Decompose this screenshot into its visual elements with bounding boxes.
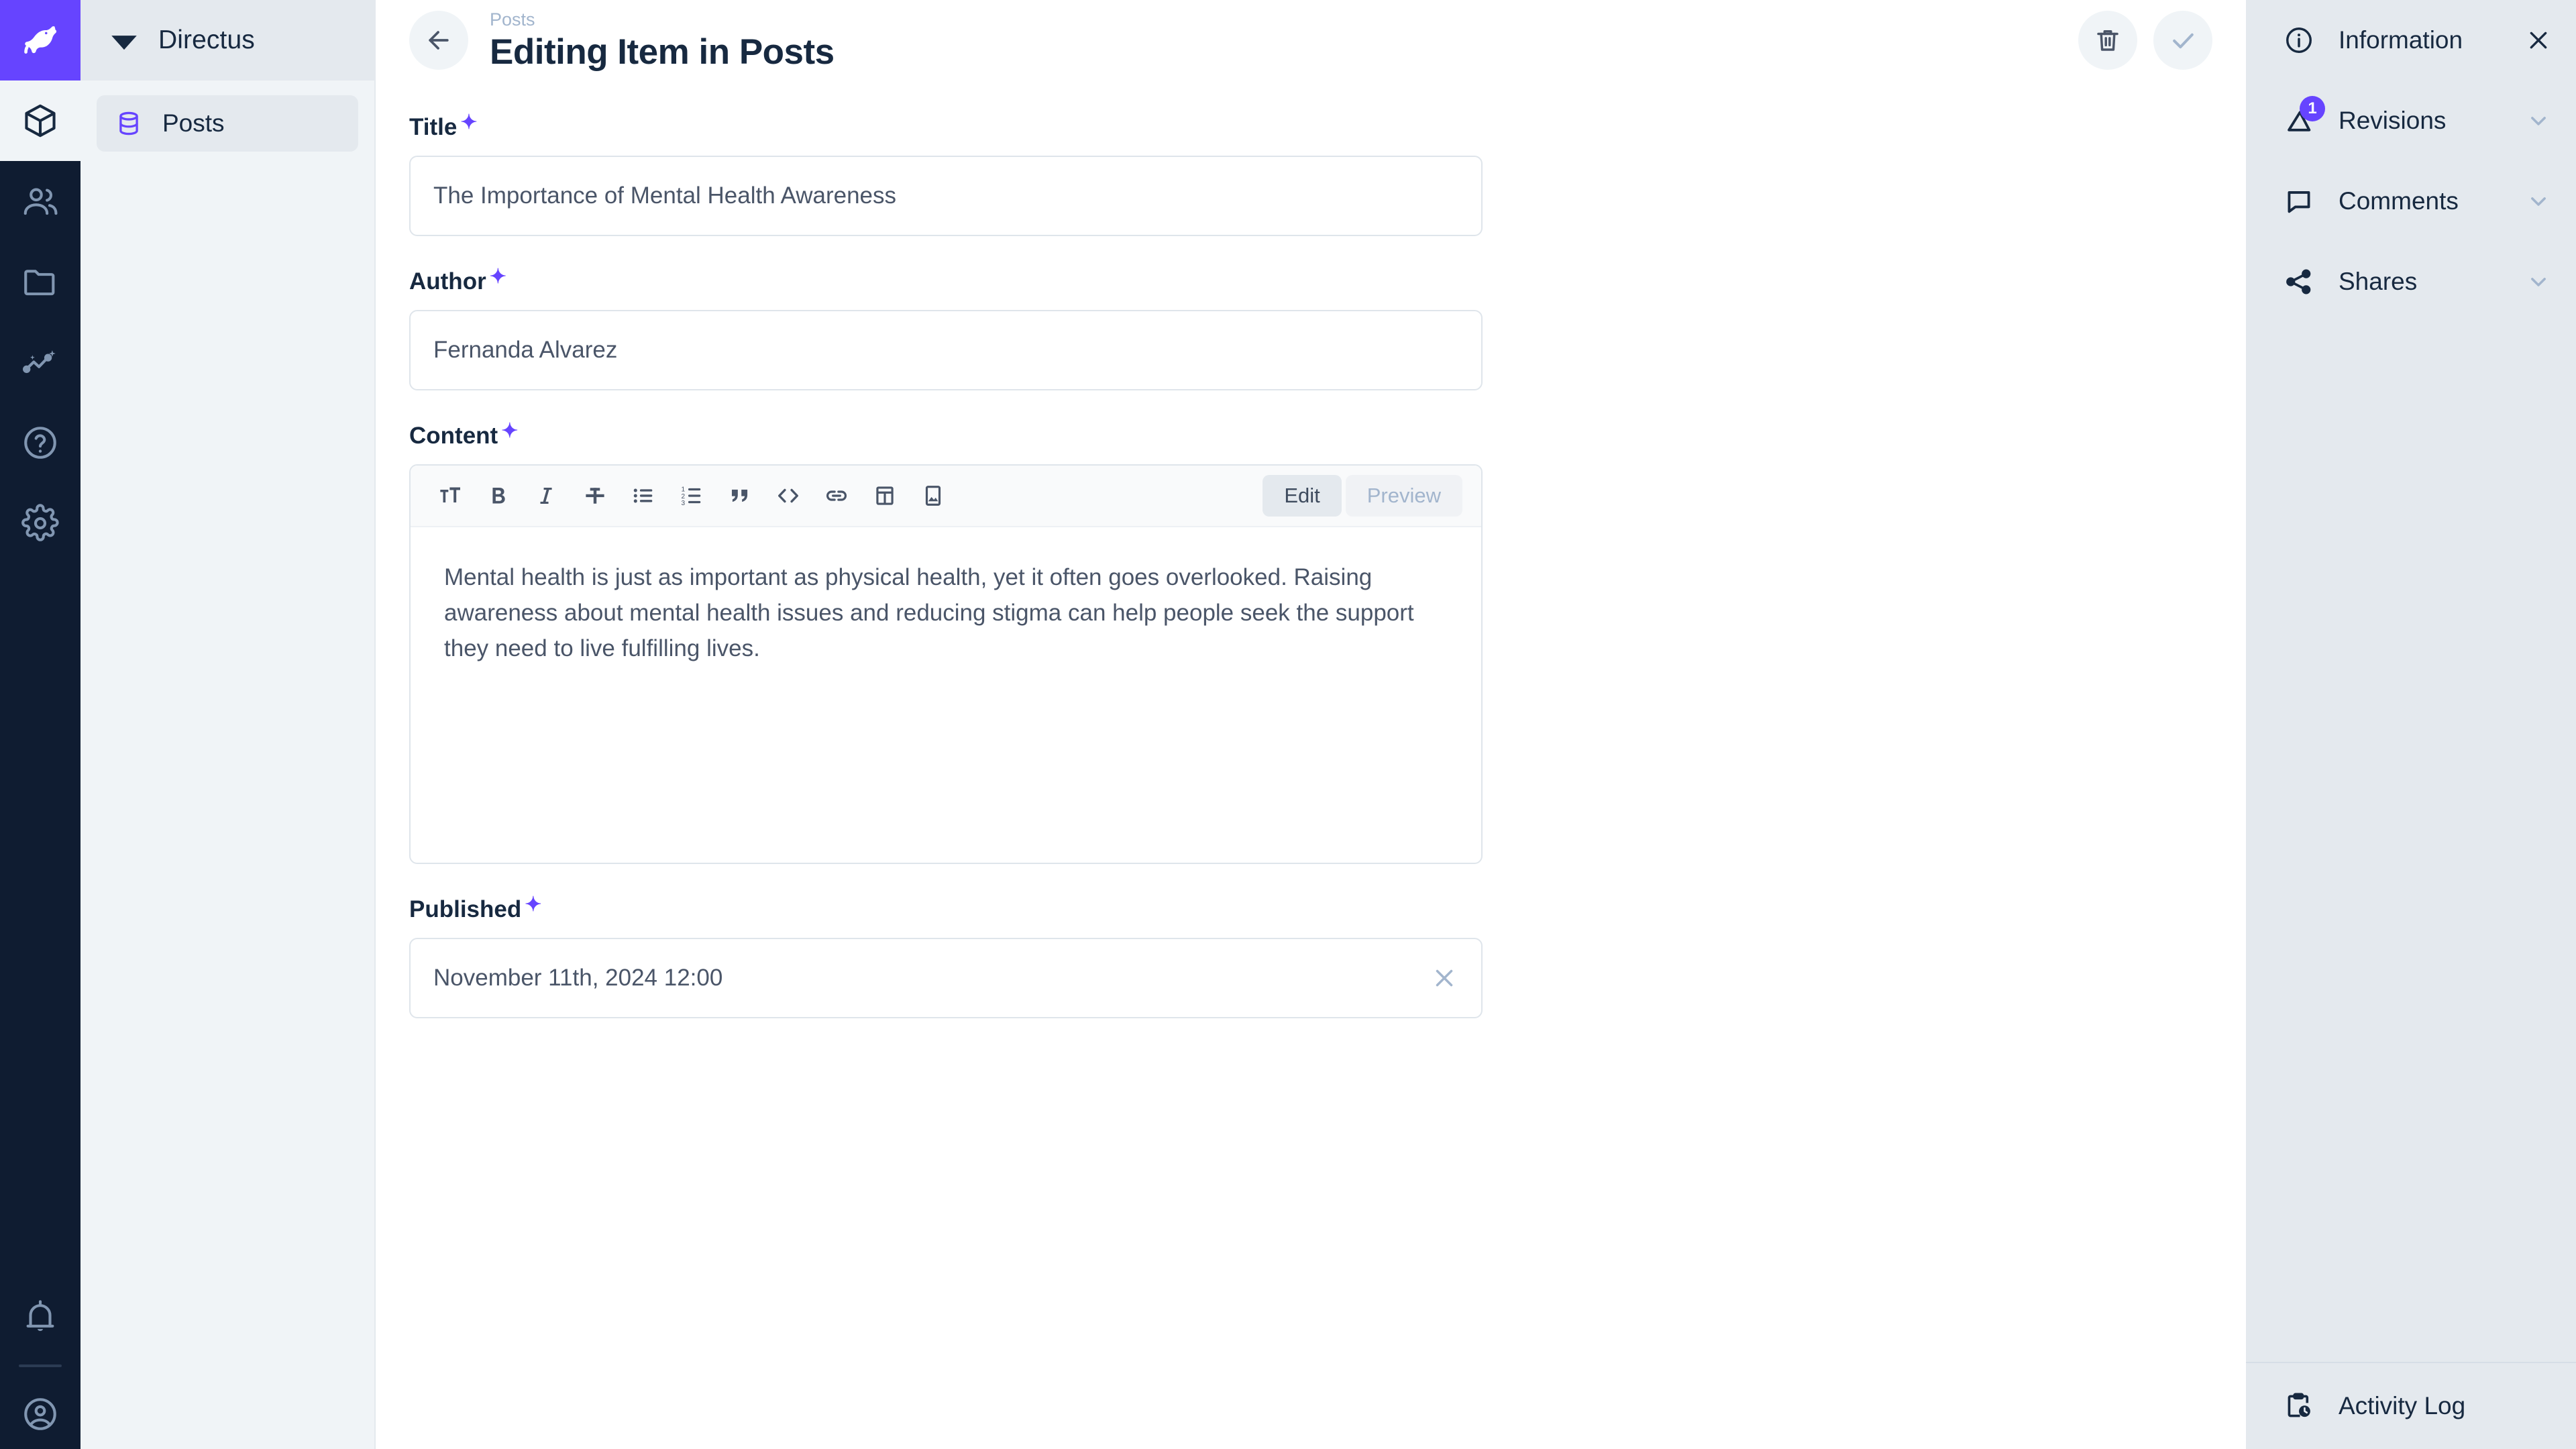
published-input[interactable]: November 11th, 2024 12:00 <box>409 938 1483 1018</box>
svg-text:3: 3 <box>681 500 685 507</box>
save-button[interactable] <box>2153 11 2212 70</box>
tab-preview[interactable]: Preview <box>1346 475 1462 517</box>
drawer-row-label: Revisions <box>2339 107 2446 135</box>
module-item-insights[interactable] <box>0 322 80 402</box>
directus-rabbit-logo[interactable] <box>0 0 80 80</box>
activity-log-button[interactable]: Activity Log <box>2246 1362 2576 1449</box>
required-marker-icon: ✦ <box>501 421 518 441</box>
page-header: Posts Editing Item in Posts <box>376 0 2246 80</box>
author-input-value: Fernanda Alvarez <box>433 337 617 364</box>
code-icon[interactable] <box>767 475 809 517</box>
drawer-row-shares[interactable]: Shares <box>2246 241 2576 322</box>
field-content-label: Content <box>409 423 498 449</box>
blockquote-icon[interactable] <box>719 475 761 517</box>
close-icon[interactable] <box>2525 27 2552 54</box>
drawer-row-label: Information <box>2339 26 2463 54</box>
drawer-row-label: Comments <box>2339 187 2459 215</box>
module-item-settings[interactable] <box>0 483 80 564</box>
module-bar <box>0 0 80 1449</box>
activity-log-label: Activity Log <box>2339 1392 2465 1420</box>
module-divider <box>19 1364 62 1367</box>
module-item-user-directory[interactable] <box>0 161 80 241</box>
comment-icon <box>2284 186 2314 217</box>
trash-icon <box>2094 26 2122 54</box>
editor-toolbar: 123 <box>411 466 1481 527</box>
field-title-label: Title <box>409 114 457 141</box>
form-fields: Title ✦ The Importance of Mental Health … <box>409 80 1483 1018</box>
breadcrumb[interactable]: Posts <box>490 9 835 30</box>
drawer-row-comments[interactable]: Comments <box>2246 161 2576 241</box>
drawer-row-revisions[interactable]: 1 Revisions <box>2246 80 2576 161</box>
main-content: Posts Editing Item in Posts <box>376 0 2246 1449</box>
back-button[interactable] <box>409 11 468 70</box>
module-item-user-account[interactable] <box>0 1379 80 1449</box>
link-icon[interactable] <box>816 475 857 517</box>
share-icon <box>2284 266 2314 297</box>
bold-icon[interactable] <box>478 475 519 517</box>
form-area: Title ✦ The Importance of Mental Health … <box>376 80 2246 1449</box>
required-marker-icon: ✦ <box>460 113 477 133</box>
italic-icon[interactable] <box>526 475 568 517</box>
nav-sidebar-header[interactable]: Directus <box>80 0 374 80</box>
required-marker-icon: ✦ <box>490 267 506 287</box>
revisions-icon: 1 <box>2284 105 2314 136</box>
strikethrough-icon[interactable] <box>574 475 616 517</box>
page-title: Editing Item in Posts <box>490 32 835 72</box>
info-circle-icon <box>2284 25 2314 56</box>
delete-button[interactable] <box>2078 11 2137 70</box>
field-content-label-row: Content ✦ <box>409 423 1483 449</box>
wysiwyg-editor: 123 <box>409 464 1483 864</box>
chevron-down-icon[interactable] <box>2525 268 2552 295</box>
bulleted-list-icon[interactable] <box>623 475 664 517</box>
drawer-row-label: Shares <box>2339 268 2417 296</box>
sidebar-item-label: Posts <box>162 109 225 138</box>
font-size-icon[interactable] <box>429 475 471 517</box>
module-item-file-library[interactable] <box>0 241 80 322</box>
clear-date-icon[interactable] <box>1430 964 1458 992</box>
title-input-value: The Importance of Mental Health Awarenes… <box>433 182 896 209</box>
field-title-label-row: Title ✦ <box>409 114 1483 141</box>
module-item-notifications[interactable] <box>0 1277 80 1358</box>
field-published: Published ✦ November 11th, 2024 12:00 <box>409 896 1483 1018</box>
database-icon <box>114 109 144 138</box>
drawer-spacer <box>2246 322 2576 1362</box>
drawer-sections: Information 1 Revisions Comm <box>2246 0 2576 322</box>
activity-log-icon <box>2284 1391 2314 1421</box>
field-author-label-row: Author ✦ <box>409 268 1483 295</box>
tab-edit[interactable]: Edit <box>1263 475 1341 517</box>
table-icon[interactable] <box>864 475 906 517</box>
page-title-block: Posts Editing Item in Posts <box>490 9 835 72</box>
title-input[interactable]: The Importance of Mental Health Awarenes… <box>409 156 1483 236</box>
directus-mark-icon <box>109 25 140 56</box>
chevron-down-icon[interactable] <box>2525 107 2552 134</box>
required-marker-icon: ✦ <box>525 895 541 915</box>
nav-sidebar-title: Directus <box>158 25 255 55</box>
sidebar-item-posts[interactable]: Posts <box>97 95 358 152</box>
published-input-value: November 11th, 2024 12:00 <box>433 965 722 991</box>
content-textarea[interactable]: Mental health is just as important as ph… <box>411 527 1481 863</box>
right-drawer: Information 1 Revisions Comm <box>2246 0 2576 1449</box>
module-item-help[interactable] <box>0 402 80 483</box>
revisions-count-badge: 1 <box>2300 96 2325 121</box>
editor-mode-toggle: Edit Preview <box>1263 475 1462 517</box>
chevron-down-icon[interactable] <box>2525 188 2552 215</box>
header-actions <box>2078 11 2212 70</box>
drawer-row-information[interactable]: Information <box>2246 0 2576 80</box>
arrow-left-icon <box>424 25 453 55</box>
numbered-list-icon[interactable]: 123 <box>671 475 712 517</box>
field-author-label: Author <box>409 268 486 295</box>
nav-sidebar: Directus Posts <box>80 0 376 1449</box>
image-icon[interactable] <box>912 475 954 517</box>
check-icon <box>2168 25 2198 55</box>
nav-sidebar-body: Posts <box>80 80 374 152</box>
module-item-content[interactable] <box>0 80 80 161</box>
author-input[interactable]: Fernanda Alvarez <box>409 310 1483 390</box>
field-title: Title ✦ The Importance of Mental Health … <box>409 114 1483 236</box>
field-published-label: Published <box>409 896 521 923</box>
field-author: Author ✦ Fernanda Alvarez <box>409 268 1483 390</box>
field-content: Content ✦ <box>409 423 1483 864</box>
field-published-label-row: Published ✦ <box>409 896 1483 923</box>
app-root: Directus Posts Posts Editing Item in Pos… <box>0 0 2576 1449</box>
